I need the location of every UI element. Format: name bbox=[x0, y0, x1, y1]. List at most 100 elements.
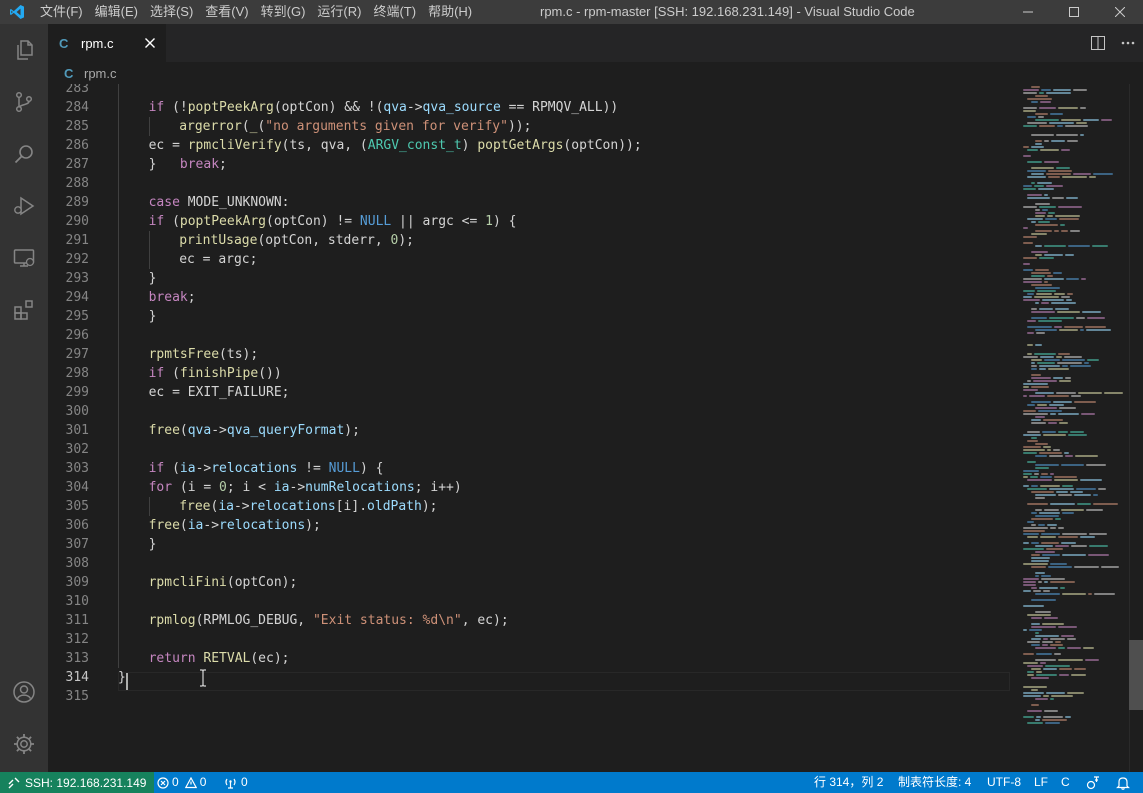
tab-size[interactable]: 制表符长度: 4 bbox=[898, 772, 971, 793]
source-control-button[interactable] bbox=[0, 78, 48, 126]
minimap-line bbox=[1027, 380, 1031, 382]
minimap-line bbox=[1043, 668, 1057, 670]
code-token: MODE_UNKNOWN: bbox=[179, 195, 290, 210]
manage-gear-icon bbox=[14, 734, 34, 754]
ports-indicator[interactable]: 0 bbox=[224, 772, 248, 793]
code-line: for (i = 0; i < ia->numRelocations; i++) bbox=[149, 478, 462, 497]
extensions-button[interactable] bbox=[0, 286, 48, 334]
indent-guide bbox=[118, 212, 119, 231]
remote-label: SSH: 192.168.231.149 bbox=[25, 775, 147, 790]
account-button[interactable] bbox=[0, 668, 48, 716]
run-debug-button[interactable] bbox=[0, 182, 48, 230]
minimap[interactable] bbox=[1019, 84, 1129, 772]
tab-close-button[interactable] bbox=[142, 35, 158, 51]
minimap-line bbox=[1031, 617, 1042, 619]
minimap-line bbox=[1080, 134, 1084, 136]
vertical-scrollbar[interactable] bbox=[1129, 84, 1143, 772]
scrollbar-thumb[interactable] bbox=[1129, 640, 1143, 710]
menu-item-3[interactable]: 查看(V) bbox=[199, 0, 254, 24]
menu-item-5[interactable]: 运行(R) bbox=[311, 0, 367, 24]
menu-item-2[interactable]: 选择(S) bbox=[144, 0, 199, 24]
minimap-line bbox=[1023, 590, 1031, 592]
minimap-line bbox=[1035, 392, 1054, 394]
minimap-line bbox=[1036, 716, 1041, 718]
menu-item-7[interactable]: 帮助(H) bbox=[422, 0, 478, 24]
code-token: if bbox=[148, 214, 165, 229]
minimap-line bbox=[1085, 326, 1106, 328]
minimap-line bbox=[1089, 533, 1107, 535]
close-window-button[interactable] bbox=[1097, 0, 1143, 24]
maximize-button[interactable] bbox=[1051, 0, 1097, 24]
minimap-line bbox=[1080, 329, 1084, 331]
minimap-line bbox=[1038, 320, 1062, 322]
remote-explorer-button[interactable] bbox=[0, 234, 48, 282]
minimap-line bbox=[1058, 647, 1065, 649]
minimap-line bbox=[1035, 443, 1048, 445]
problems-indicator[interactable]: 0 0 bbox=[157, 772, 206, 793]
minimap-line bbox=[1043, 446, 1051, 448]
indent-guide bbox=[118, 84, 119, 98]
minimap-line bbox=[1041, 578, 1065, 580]
line-number: 283 bbox=[65, 84, 89, 96]
split-editor-button[interactable] bbox=[1083, 24, 1113, 62]
minimap-line bbox=[1046, 185, 1063, 187]
breadcrumb-item-file[interactable]: rpm.c bbox=[84, 66, 117, 81]
feedback-button[interactable] bbox=[1086, 772, 1100, 793]
more-actions-button[interactable] bbox=[1113, 24, 1143, 62]
line-number: 290 bbox=[65, 214, 89, 229]
minimap-line bbox=[1027, 521, 1034, 523]
tab-rpm-c[interactable]: C rpm.c bbox=[48, 24, 166, 62]
menu-item-0[interactable]: 文件(F) bbox=[34, 0, 89, 24]
minimap-line bbox=[1027, 440, 1038, 442]
minimap-line bbox=[1044, 278, 1064, 280]
minimap-line bbox=[1039, 257, 1054, 259]
code-token: (ec); bbox=[250, 651, 290, 666]
code-line: free(qva->qva_queryFormat); bbox=[149, 421, 360, 440]
encoding[interactable]: UTF-8 bbox=[987, 772, 1021, 793]
code-line: } bbox=[149, 269, 157, 288]
menu-item-1[interactable]: 编辑(E) bbox=[89, 0, 144, 24]
line-number: 286 bbox=[65, 138, 89, 153]
minimap-line bbox=[1035, 140, 1042, 142]
code-token: ( bbox=[241, 119, 250, 134]
minimap-line bbox=[1067, 140, 1078, 142]
minimap-line bbox=[1027, 488, 1047, 490]
minimize-button[interactable] bbox=[1005, 0, 1051, 24]
remote-indicator[interactable]: SSH: 192.168.231.149 bbox=[0, 772, 155, 793]
minimap-line bbox=[1053, 377, 1063, 379]
minimap-line bbox=[1023, 542, 1029, 544]
minimap-line bbox=[1055, 215, 1080, 217]
minimap-line bbox=[1031, 626, 1056, 628]
minimap-line bbox=[1027, 614, 1051, 616]
minimap-line bbox=[1023, 290, 1035, 292]
manage-button[interactable] bbox=[0, 720, 48, 768]
minimap-line bbox=[1068, 434, 1087, 436]
minimap-line bbox=[1035, 632, 1039, 634]
end-of-line[interactable]: LF bbox=[1034, 772, 1048, 793]
cursor-position[interactable]: 行 314，列 2 bbox=[814, 772, 883, 793]
search-button[interactable] bbox=[0, 130, 48, 178]
notifications-button[interactable] bbox=[1116, 772, 1130, 793]
code-token: (RPMLOG_DEBUG, bbox=[195, 613, 313, 628]
menu-item-4[interactable]: 转到(G) bbox=[255, 0, 312, 24]
line-number: 311 bbox=[65, 613, 89, 628]
minimap-line bbox=[1047, 449, 1051, 451]
minimap-line bbox=[1056, 392, 1076, 394]
minimap-line bbox=[1031, 101, 1038, 103]
activity-bar bbox=[0, 24, 48, 772]
language-mode[interactable]: C bbox=[1061, 772, 1070, 793]
minimap-line bbox=[1035, 659, 1056, 661]
minimap-line bbox=[1042, 209, 1048, 211]
code-token: ; bbox=[187, 290, 196, 305]
minimap-line bbox=[1027, 218, 1043, 220]
code-token: } bbox=[148, 271, 157, 286]
menu-item-6[interactable]: 终端(T) bbox=[367, 0, 422, 24]
code-token: qva_queryFormat bbox=[226, 423, 345, 438]
code-editor[interactable]: 283 284 285 286 287 288 289 290 291 292 293 294 295 2… bbox=[48, 84, 1143, 772]
line-number: 284 bbox=[65, 100, 89, 115]
status-bar: SSH: 192.168.231.149 0 0 0 行 314，列 2 制表符… bbox=[0, 772, 1143, 793]
minimap-line bbox=[1035, 254, 1042, 256]
explorer-button[interactable] bbox=[0, 26, 48, 74]
code-line: ec = rpmcliVerify(ts, qva, (ARGV_const_t… bbox=[149, 136, 642, 155]
minimap-line bbox=[1039, 452, 1062, 454]
